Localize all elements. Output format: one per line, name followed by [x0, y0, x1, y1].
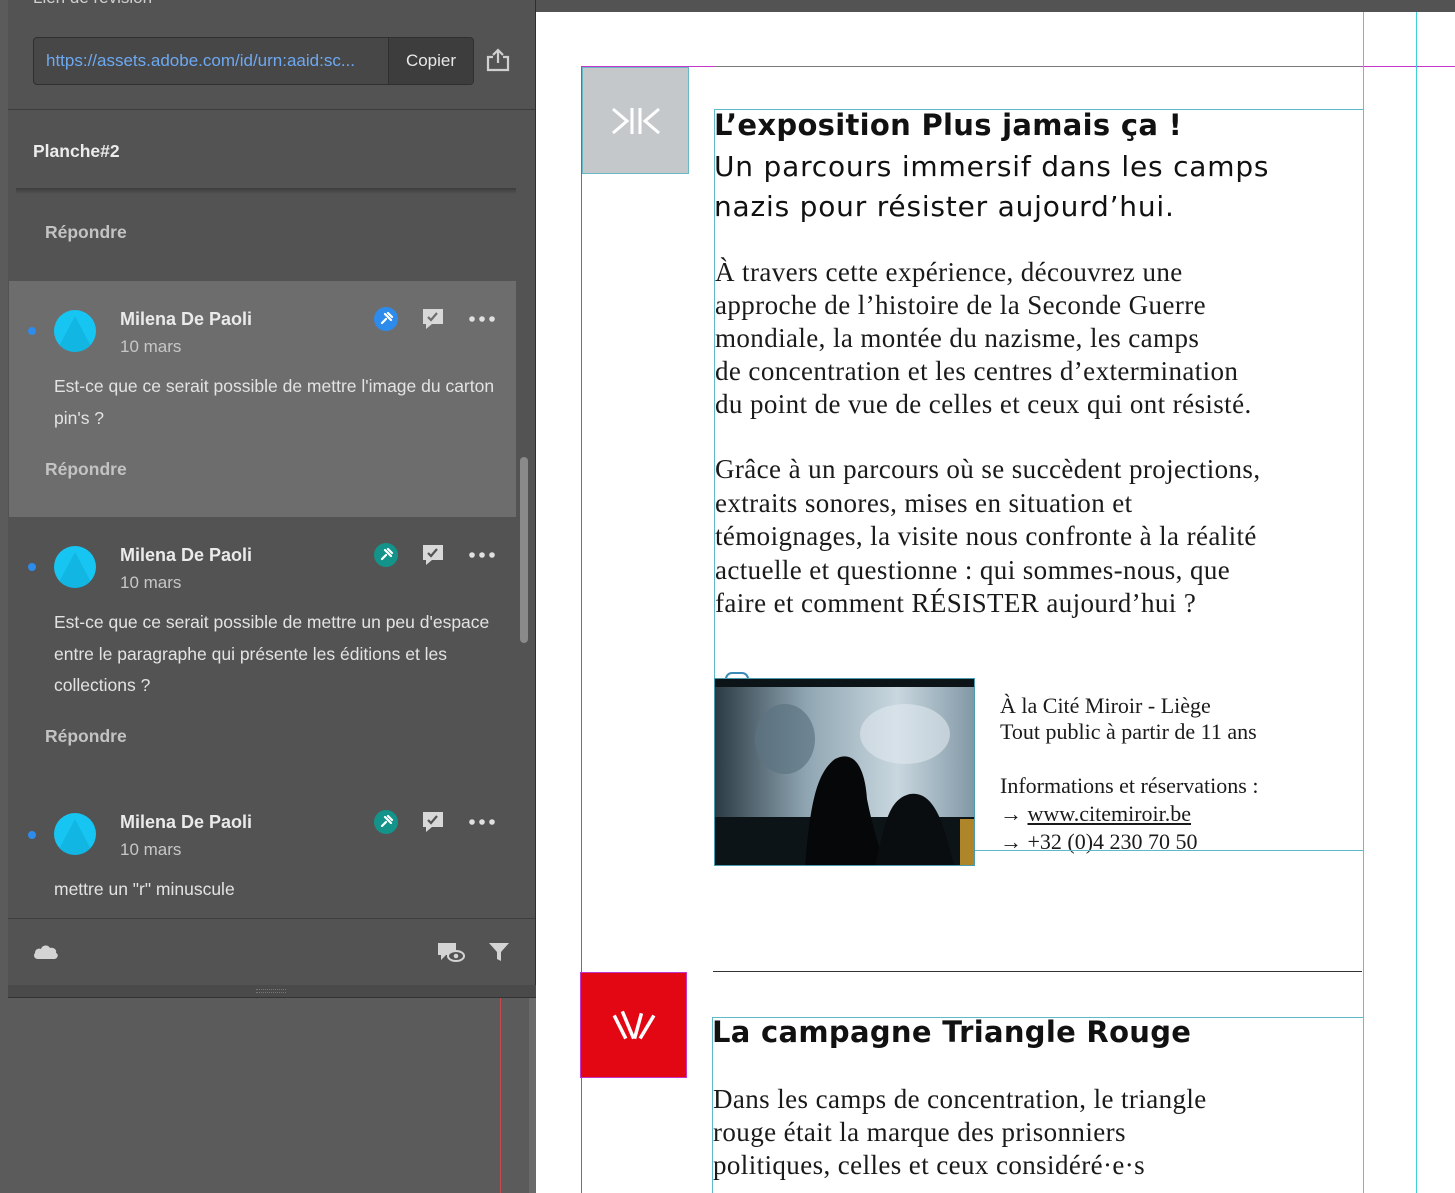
grip-icon	[256, 989, 286, 993]
cloud-icon[interactable]	[32, 938, 60, 964]
paragraph-line: faire et comment RÉSISTER aujourd’hui ?	[715, 588, 1197, 618]
paragraph-line: politiques, celles et ceux considéré·e·s	[713, 1150, 1146, 1180]
paragraph-line: Dans les camps de concentration, le tria…	[713, 1084, 1207, 1114]
exhibition-paragraph-1: À travers cette expérience, découvrez un…	[715, 256, 1252, 421]
copy-button[interactable]: Copier	[388, 38, 473, 84]
unread-dot	[28, 831, 36, 839]
pin-icon[interactable]	[373, 809, 399, 835]
panel-resize-handle[interactable]	[8, 985, 536, 998]
paragraph-line: de concentration et les centres d’exterm…	[715, 356, 1239, 386]
avatar	[54, 546, 96, 588]
comment-date: 10 mars	[120, 337, 182, 356]
bleed-guide	[500, 998, 501, 1193]
review-url-field[interactable]: https://assets.adobe.com/id/urn:aaid:sc.…	[33, 37, 474, 85]
show-comments-icon[interactable]	[436, 939, 466, 965]
reply-button[interactable]: Répondre	[45, 459, 127, 480]
comment-date: 10 mars	[120, 573, 182, 592]
scrollbar-thumb[interactable]	[520, 457, 528, 643]
paragraph-line: Grâce à un parcours où se succèdent proj…	[715, 454, 1261, 484]
info-block: À la Cité Miroir - Liège Tout public à p…	[1000, 693, 1258, 855]
pin-icon[interactable]	[373, 306, 399, 332]
triangle-rouge-logo-icon	[612, 1010, 656, 1040]
exhibition-title: L’exposition Plus jamais ça !	[714, 108, 1183, 142]
canvas-top-band	[529, 0, 1455, 12]
exhibition-subtitle-line1: Un parcours immersif dans les camps	[714, 150, 1270, 183]
document-page[interactable]: L’exposition Plus jamais ça ! Un parcour…	[536, 12, 1455, 1193]
comment-card[interactable]: Milena De Paoli 10 mars mettre un "r" mi…	[9, 785, 516, 918]
visitors-photo-image	[715, 679, 974, 865]
pin-icon[interactable]	[373, 542, 399, 568]
more-options-icon[interactable]	[467, 809, 497, 835]
comment-card[interactable]: Milena De Paoli 10 mars Est-ce que ce se…	[9, 281, 516, 517]
comment-text: Est-ce que ce serait possible de mettre …	[54, 376, 495, 428]
review-url-text[interactable]: https://assets.adobe.com/id/urn:aaid:sc.…	[46, 51, 386, 71]
avatar	[54, 813, 96, 855]
scroll-shadow	[16, 188, 516, 194]
paragraph-line: rouge était la marque des prisonniers	[713, 1117, 1126, 1147]
paragraph-line: extraits sonores, mises en situation et	[715, 487, 1133, 518]
reply-comment-icon[interactable]	[420, 542, 446, 568]
reply-button[interactable]: Répondre	[45, 222, 127, 243]
exhibition-subtitle-line2: nazis pour résister aujourd’hui.	[714, 190, 1175, 223]
avatar	[54, 310, 96, 352]
plus-jamais-ca-logo-icon	[612, 107, 660, 135]
exhibition-logo[interactable]	[582, 67, 689, 174]
unread-dot	[28, 327, 36, 335]
exhibition-paragraph-2: Grâce à un parcours où se succèdent proj…	[715, 453, 1261, 621]
filter-icon[interactable]	[486, 939, 512, 965]
unread-dot	[28, 563, 36, 571]
review-panel: Lien de révision https://assets.adobe.co…	[8, 0, 536, 998]
comment-date: 10 mars	[120, 840, 182, 859]
comment-text: mettre un "r" minuscule	[54, 879, 235, 899]
top-rule	[715, 66, 1362, 67]
column-guide-2	[1416, 12, 1417, 1193]
column-guide	[1363, 12, 1364, 1193]
info-audience: Tout public à partir de 11 ans	[1000, 719, 1257, 744]
share-icon[interactable]	[485, 47, 511, 73]
comment-author: Milena De Paoli	[120, 309, 253, 329]
paragraph-line: actuelle et questionne : qui sommes-nous…	[715, 554, 1231, 585]
panel-divider	[8, 109, 535, 110]
info-website-row: → www.citemiroir.be	[1000, 801, 1258, 827]
reply-comment-icon[interactable]	[420, 306, 446, 332]
paragraph-line: du point de vue de celles et ceux qui on…	[715, 389, 1252, 419]
comment-author: Milena De Paoli	[120, 545, 253, 565]
triangle-rouge-logo[interactable]	[580, 972, 687, 1078]
spread-label: Planche#2	[33, 141, 120, 161]
paragraph-line: témoignages, la visite nous confronte à …	[715, 521, 1257, 551]
paragraph-line: À travers cette expérience, découvrez un…	[715, 257, 1183, 287]
campaign-paragraph: Dans les camps de concentration, le tria…	[713, 1083, 1207, 1182]
paragraph-line: mondiale, la montée du nazisme, les camp…	[715, 323, 1200, 353]
more-options-icon[interactable]	[467, 306, 497, 332]
comment-text: Est-ce que ce serait possible de mettre …	[54, 612, 490, 695]
section-separator	[713, 971, 1362, 972]
reply-button[interactable]: Répondre	[45, 726, 127, 747]
reply-comment-icon[interactable]	[420, 809, 446, 835]
paragraph-line: approche de l’histoire de la Seconde Gue…	[715, 290, 1206, 320]
comment-author: Milena De Paoli	[120, 812, 253, 832]
website-link[interactable]: www.citemiroir.be	[1028, 801, 1192, 826]
info-location: À la Cité Miroir - Liège	[1000, 693, 1211, 718]
footer-divider	[8, 918, 535, 919]
exhibition-photo[interactable]	[714, 678, 975, 866]
info-frame-bottom	[975, 850, 1363, 851]
campaign-title: La campagne Triangle Rouge	[712, 1015, 1192, 1049]
arrow-right-icon: →	[1000, 801, 1028, 826]
comment-card[interactable]: Milena De Paoli 10 mars Est-ce que ce se…	[9, 517, 516, 785]
info-title: Informations et réservations :	[1000, 773, 1259, 798]
review-link-label: Lien de révision	[33, 0, 152, 8]
more-options-icon[interactable]	[467, 542, 497, 568]
info-phone-row: → +32 (0)4 230 70 50	[1000, 829, 1258, 855]
